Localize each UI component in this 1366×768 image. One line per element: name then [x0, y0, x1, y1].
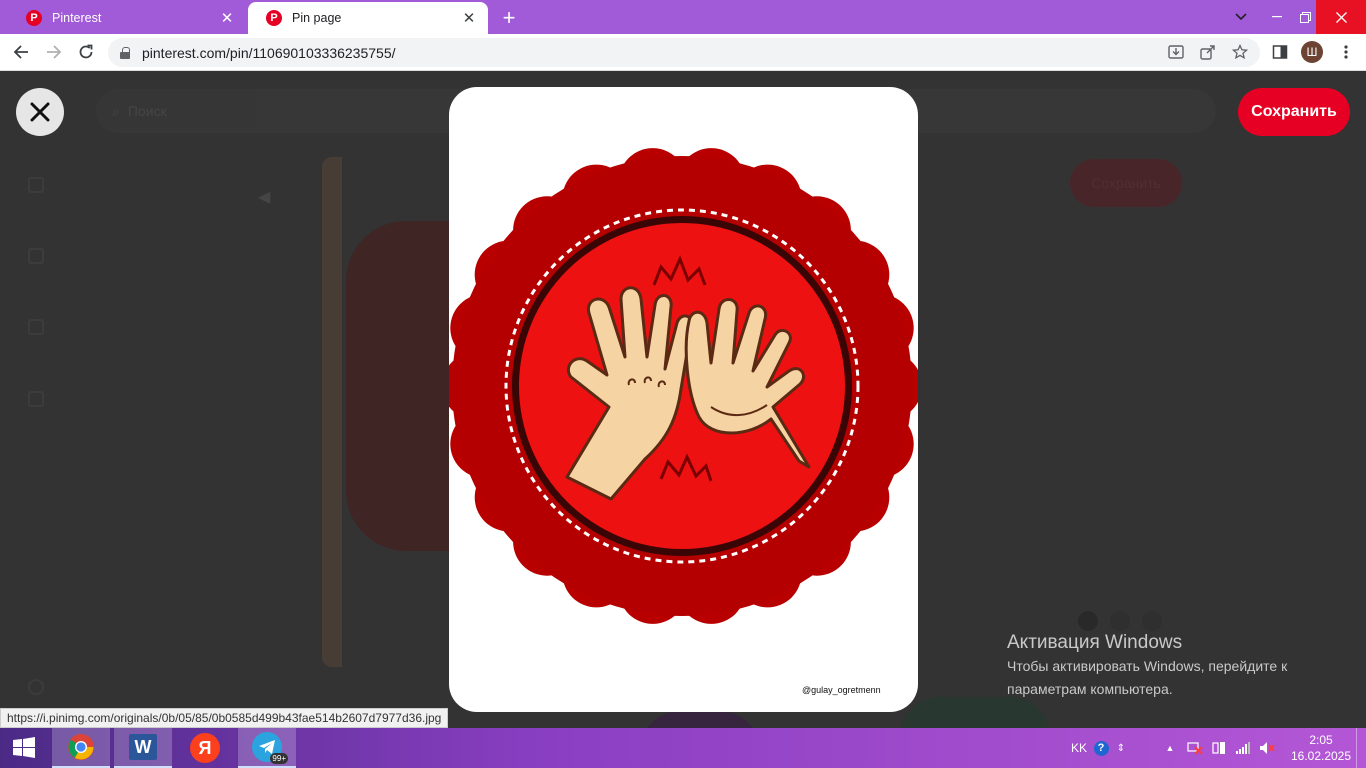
network-warning-icon[interactable] — [1186, 728, 1204, 768]
volume-muted-icon[interactable] — [1258, 728, 1276, 768]
tab-close-icon[interactable]: ✕ — [460, 9, 478, 27]
signal-icon[interactable] — [1234, 728, 1252, 768]
profile-avatar[interactable]: Ш — [1301, 41, 1323, 63]
activation-line-1: Чтобы активировать Windows, перейдите к — [1007, 658, 1288, 674]
lock-icon — [120, 46, 130, 59]
address-bar[interactable]: pinterest.com/pin/110690103336235755/ — [108, 38, 1260, 67]
activation-title: Активация Windows — [1007, 632, 1183, 653]
side-panel-icon[interactable] — [1270, 42, 1290, 62]
start-button[interactable] — [0, 728, 48, 768]
device-icon[interactable] — [1210, 728, 1228, 768]
pinterest-logo-icon: P — [26, 10, 42, 26]
windows-activation-watermark: Активация Windows Чтобы активировать Win… — [1007, 632, 1287, 700]
background-sidebar-icon — [28, 177, 44, 193]
save-pin-button[interactable]: Сохранить — [1238, 88, 1350, 136]
tab-search-icon[interactable] — [1226, 0, 1256, 34]
close-window-button[interactable] — [1316, 0, 1366, 34]
system-clock[interactable]: 2:05 16.02.2025 — [1290, 732, 1352, 764]
background-pin-image-edge — [322, 157, 342, 667]
share-icon[interactable] — [1198, 42, 1218, 62]
clock-date: 16.02.2025 — [1290, 749, 1352, 763]
background-comment-pins — [900, 697, 1050, 728]
clock-time: 2:05 — [1309, 733, 1333, 747]
search-icon: ⌕ — [112, 102, 120, 119]
high-five-badge-image — [449, 148, 918, 624]
forward-button[interactable] — [41, 39, 67, 65]
pinterest-logo-icon: P — [266, 10, 282, 26]
telegram-unread-badge: 99+ — [270, 753, 288, 764]
menu-dots-icon[interactable] — [1336, 42, 1356, 62]
background-reaction-icons — [1078, 611, 1168, 631]
pin-overlay-backdrop[interactable]: ⌕ Поиск ◀ Сохранить Сохранить @gulay_ogr… — [0, 71, 1366, 728]
taskbar-yandex[interactable]: Я — [176, 728, 234, 768]
status-bar-url: https://i.pinimg.com/originals/0b/05/85/… — [0, 708, 449, 728]
help-icon[interactable]: ? — [1092, 728, 1110, 768]
show-hidden-icons[interactable]: ▲ — [1162, 728, 1178, 768]
background-sidebar-icon — [28, 391, 44, 407]
yandex-icon: Я — [190, 733, 220, 763]
tab-strip: P Pinterest ✕ P Pin page ✕ + — [0, 0, 1366, 34]
pin-image-card[interactable]: @gulay_ogretmenn — [449, 87, 918, 712]
close-overlay-button[interactable] — [16, 88, 64, 136]
background-sidebar-icon — [28, 248, 44, 264]
url-text: pinterest.com/pin/110690103336235755/ — [142, 44, 396, 61]
taskbar-word[interactable]: W — [114, 728, 172, 768]
chrome-icon — [68, 734, 94, 760]
telegram-icon: 99+ — [252, 732, 288, 764]
image-credit: @gulay_ogretmenn — [802, 685, 881, 695]
tab-close-icon[interactable]: ✕ — [218, 9, 236, 27]
activation-line-2: параметрам компьютера. — [1007, 681, 1173, 697]
tab-pin-page[interactable]: P Pin page ✕ — [248, 2, 488, 34]
bookmark-star-icon[interactable] — [1230, 42, 1250, 62]
new-tab-button[interactable]: + — [496, 5, 522, 30]
word-icon: W — [129, 734, 157, 760]
show-desktop-button[interactable] — [1356, 728, 1366, 768]
search-placeholder: Поиск — [127, 103, 167, 119]
taskbar-telegram[interactable]: 99+ — [238, 728, 296, 768]
background-save-button: Сохранить — [1070, 159, 1182, 207]
background-comment-pins — [640, 711, 760, 728]
install-app-icon[interactable] — [1166, 42, 1186, 62]
tab-title: Pinterest — [52, 11, 102, 25]
background-sidebar-icon — [28, 319, 44, 335]
reload-button[interactable] — [73, 39, 99, 65]
minimize-button[interactable] — [1262, 0, 1292, 34]
tab-title: Pin page — [292, 11, 342, 25]
back-button[interactable] — [8, 39, 34, 65]
taskbar: W Я 99+ KK ? ⇕ ▲ 2:05 16.02.2025 — [0, 728, 1366, 768]
tab-pinterest[interactable]: P Pinterest ✕ — [8, 2, 246, 34]
background-back-arrow: ◀ — [258, 189, 271, 206]
close-icon — [30, 102, 50, 122]
windows-logo-icon — [13, 737, 35, 758]
language-indicator[interactable]: KK — [1068, 728, 1090, 768]
background-sidebar-icon — [28, 679, 44, 695]
browser-toolbar: pinterest.com/pin/110690103336235755/ Ш — [0, 34, 1366, 71]
input-switch-icon[interactable]: ⇕ — [1114, 728, 1128, 768]
taskbar-chrome[interactable] — [52, 728, 110, 768]
